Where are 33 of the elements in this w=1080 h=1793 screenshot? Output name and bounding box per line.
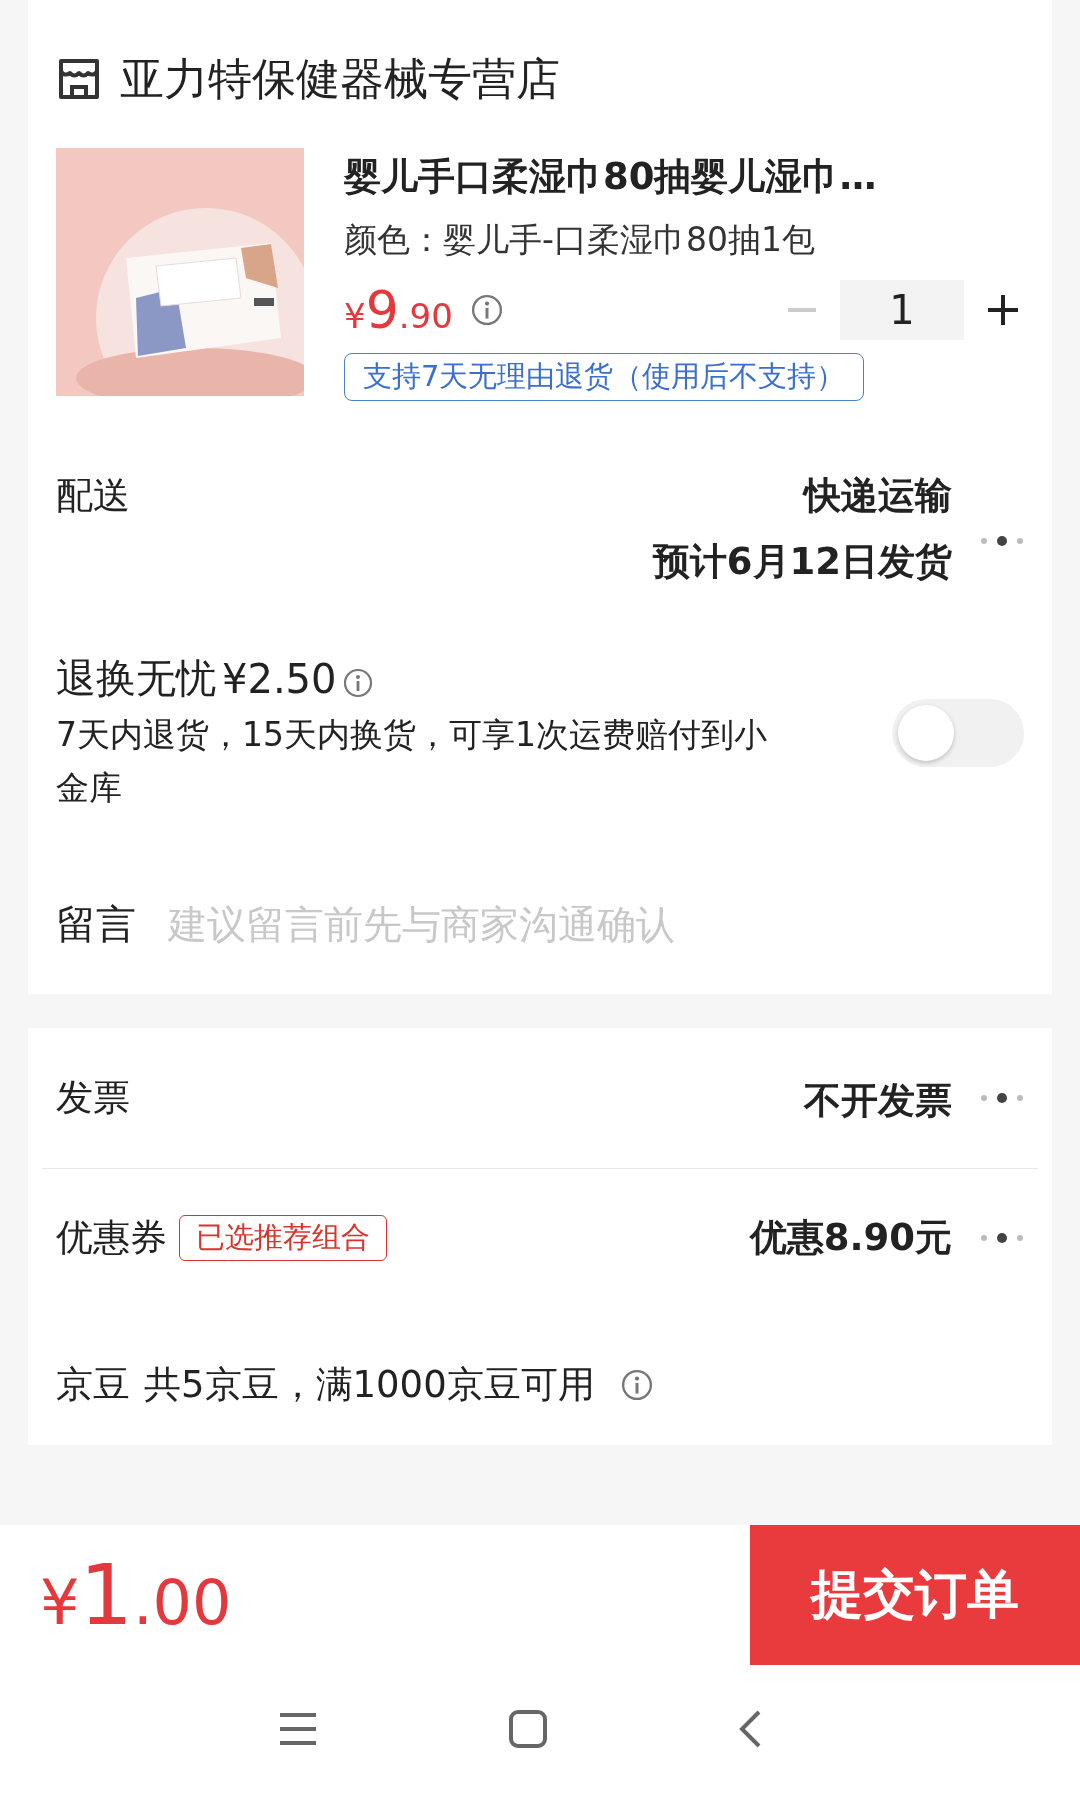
plus-icon[interactable] <box>988 295 1018 325</box>
delivery-method[interactable]: 快递运输 <box>804 471 952 521</box>
back-icon[interactable] <box>738 1709 762 1749</box>
store-name[interactable]: 亚力特保健器械专营店 <box>120 49 560 109</box>
coupon-value[interactable]: 优惠8.90元 <box>749 1213 952 1263</box>
product-variant: 颜色：婴儿手-口柔湿巾80抽1包 <box>344 219 816 261</box>
product-title[interactable]: 婴儿手口柔湿巾80抽婴儿湿巾… <box>344 152 1024 202</box>
info-icon[interactable] <box>470 294 503 326</box>
product-price: ¥9.90 <box>344 280 453 340</box>
total-price: ¥1.00 <box>40 1546 232 1644</box>
return-insurance-title: 退换无忧 <box>56 654 216 703</box>
return-insurance-price: ¥2.50 <box>222 655 337 702</box>
info-icon[interactable] <box>342 667 373 698</box>
return-insurance-description: 7天内退货，15天内换货，可享1次运费赔付到小金库 <box>56 714 768 809</box>
home-icon[interactable] <box>508 1709 548 1749</box>
quantity-field[interactable]: 1 <box>840 280 964 340</box>
more-icon[interactable] <box>980 535 1024 547</box>
invoice-value[interactable]: 不开发票 <box>804 1076 952 1126</box>
beans-label: 京豆 <box>56 1362 130 1408</box>
more-icon[interactable] <box>980 1092 1024 1104</box>
menu-icon[interactable] <box>278 1712 318 1746</box>
delivery-label: 配送 <box>56 473 130 519</box>
invoice-label: 发票 <box>56 1075 130 1121</box>
beans-text: 共5京豆，满1000京豆可用 <box>144 1362 595 1408</box>
message-label: 留言 <box>56 899 136 949</box>
return-policy-tag: 支持7天无理由退货（使用后不支持） <box>344 353 865 401</box>
coupon-label: 优惠券 <box>56 1215 167 1261</box>
more-icon[interactable] <box>980 1232 1024 1244</box>
info-icon[interactable] <box>620 1369 653 1401</box>
submit-order-button[interactable]: 提交订单 <box>750 1525 1080 1665</box>
coupon-tag: 已选推荐组合 <box>179 1215 387 1261</box>
delivery-estimate: 预计6月12日发货 <box>652 539 952 585</box>
store-icon <box>56 57 102 101</box>
